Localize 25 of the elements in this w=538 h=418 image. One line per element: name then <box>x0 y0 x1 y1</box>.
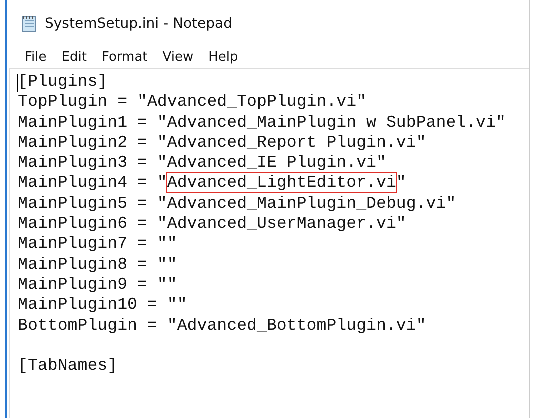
text-line: TopPlugin = "Advanced_TopPlugin.vi" <box>18 92 367 112</box>
text-line: MainPlugin10 = "" <box>18 295 188 314</box>
menu-item[interactable]: Format <box>94 50 155 64</box>
text-line: MainPlugin2 = "Advanced_Report Plugin.vi" <box>18 132 426 152</box>
text-line: MainPlugin7 = "" <box>18 234 178 254</box>
text-line: " <box>396 173 406 192</box>
text-line: [Plugins] <box>18 72 108 91</box>
text-line: MainPlugin3 = "Advanced_IE Plugin.vi" <box>18 153 386 172</box>
text-line: MainPlugin9 = "" <box>18 274 178 294</box>
text-line: MainPlugin1 = "Advanced_MainPlugin w SubPanel.vi" <box>18 112 506 132</box>
text-cursor <box>17 74 18 92</box>
menu-item[interactable]: Help <box>200 50 246 64</box>
text-editor-area[interactable] <box>9 68 529 418</box>
text-line: MainPlugin5 = "Advanced_MainPlugin_Debug.vi" <box>18 194 456 213</box>
menu-item[interactable]: Edit <box>54 50 94 64</box>
text-line: BottomPlugin = "Advanced_BottomPlugin.vi" <box>18 316 426 335</box>
text-line: MainPlugin4 = " <box>18 173 168 192</box>
highlighted-text: Advanced_LightEditor.vi <box>167 173 396 192</box>
window-title: SystemSetup.ini - Notepad <box>45 16 233 32</box>
menu-item[interactable]: File <box>17 50 54 64</box>
text-line: [TabNames] <box>18 356 118 376</box>
text-line: MainPlugin6 = "Advanced_UserManager.vi" <box>18 214 406 234</box>
menu-item[interactable]: View <box>154 50 201 64</box>
text-line: MainPlugin8 = "" <box>18 254 178 274</box>
notepad-icon <box>22 15 38 33</box>
